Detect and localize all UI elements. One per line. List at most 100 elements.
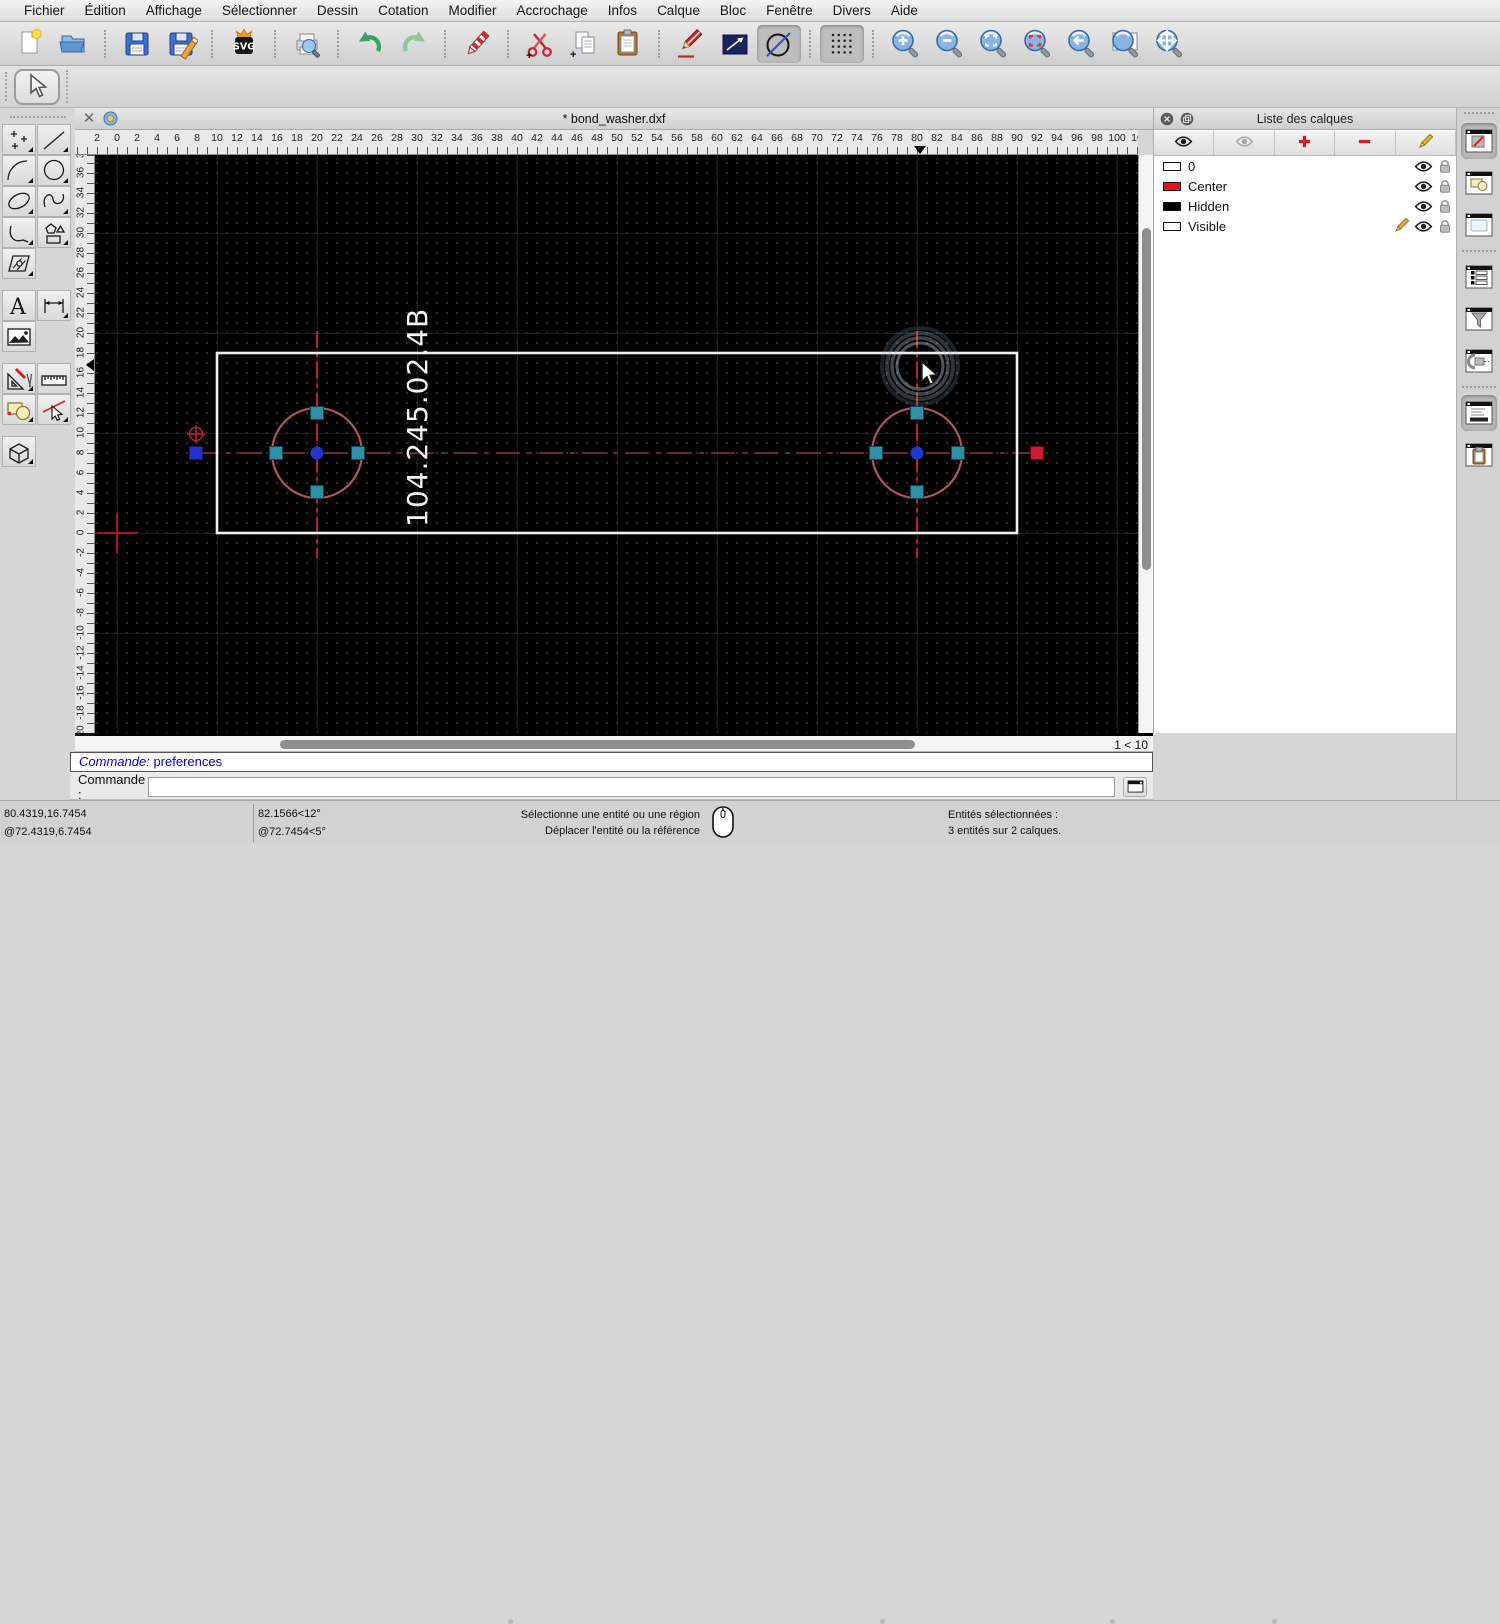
part-number-label[interactable]: 104.245.02.4B bbox=[401, 308, 434, 527]
command-input[interactable] bbox=[148, 776, 1115, 797]
zoom-auto-button[interactable] bbox=[971, 25, 1015, 63]
layer-visibility-eye-icon[interactable] bbox=[1412, 160, 1434, 173]
filter-widget-toggle-button[interactable] bbox=[1461, 301, 1497, 337]
circle-line-button[interactable] bbox=[757, 24, 801, 63]
menu-affichage[interactable]: Affichage bbox=[136, 3, 212, 18]
layer-list-widget-toggle-button[interactable] bbox=[1460, 123, 1497, 159]
panel-float-icon[interactable] bbox=[1180, 112, 1194, 126]
library-widget-toggle-button[interactable] bbox=[1461, 207, 1497, 243]
clipboard-widget-toggle-button[interactable] bbox=[1461, 437, 1497, 473]
layer-row-0[interactable]: 0 bbox=[1154, 156, 1456, 176]
command-widget-toggle-button[interactable] bbox=[1460, 395, 1497, 431]
endpoint-handle-red[interactable] bbox=[1030, 446, 1044, 460]
block-list-widget-toggle-button[interactable] bbox=[1461, 165, 1497, 201]
layer-lock-icon[interactable] bbox=[1434, 199, 1456, 213]
print-preview-button[interactable] bbox=[285, 25, 329, 63]
panel-close-icon[interactable] bbox=[1160, 112, 1174, 126]
open-folder-button[interactable] bbox=[52, 25, 96, 63]
menu-dition[interactable]: Édition bbox=[75, 3, 136, 18]
menu-modifier[interactable]: Modifier bbox=[438, 3, 506, 18]
tool-points-button[interactable] bbox=[2, 124, 36, 155]
layer-row-center[interactable]: Center bbox=[1154, 176, 1456, 196]
zoom-window-button[interactable] bbox=[1103, 25, 1147, 63]
cut-button[interactable]: + bbox=[518, 25, 562, 63]
svg-export-button[interactable]: SVG bbox=[222, 25, 266, 63]
toolbar-grip-2[interactable] bbox=[66, 70, 69, 103]
menu-dessin[interactable]: Dessin bbox=[307, 3, 368, 18]
layer-color-swatch[interactable] bbox=[1163, 201, 1181, 211]
new-document-button[interactable] bbox=[8, 25, 52, 63]
tool-polyline-button[interactable] bbox=[2, 217, 36, 248]
endpoint-handle-blue[interactable] bbox=[189, 446, 203, 460]
tool-ellipse-button[interactable] bbox=[2, 186, 36, 217]
clamp-widget-toggle-button[interactable] bbox=[1461, 343, 1497, 379]
undo-button[interactable] bbox=[348, 25, 392, 63]
layer-color-swatch[interactable] bbox=[1163, 161, 1181, 171]
tool-dimension-button[interactable] bbox=[37, 290, 71, 321]
drawing-canvas[interactable]: 104.245.02.4B bbox=[95, 155, 1138, 733]
save-button[interactable] bbox=[115, 25, 159, 63]
tool-modify-button[interactable] bbox=[2, 363, 36, 394]
menu-slectionner[interactable]: Sélectionner bbox=[212, 3, 307, 18]
hide-all-layers-eye-button[interactable] bbox=[1214, 130, 1275, 155]
menu-aide[interactable]: Aide bbox=[881, 3, 928, 18]
copy-button[interactable]: + bbox=[562, 25, 606, 63]
horizontal-scroll-thumb[interactable] bbox=[280, 740, 915, 749]
menu-infos[interactable]: Infos bbox=[598, 3, 647, 18]
grid-toggle-button[interactable] bbox=[820, 24, 864, 63]
tool-arc-button[interactable] bbox=[2, 155, 36, 186]
command-window-toggle-button[interactable] bbox=[1123, 776, 1147, 797]
show-all-layers-eye-button[interactable] bbox=[1154, 130, 1215, 155]
vertical-scrollbar[interactable] bbox=[1138, 155, 1153, 733]
remove-layer-button[interactable] bbox=[1335, 130, 1396, 155]
layer-lock-icon[interactable] bbox=[1434, 159, 1456, 173]
tool-image-button[interactable] bbox=[2, 321, 36, 352]
palette-grip[interactable] bbox=[9, 116, 66, 119]
layer-row-hidden[interactable]: Hidden bbox=[1154, 196, 1456, 216]
save-as-button[interactable] bbox=[159, 25, 203, 63]
add-layer-button[interactable] bbox=[1274, 130, 1336, 155]
tool-select-entity-button[interactable] bbox=[37, 394, 71, 425]
delete-eraser-button[interactable] bbox=[455, 25, 499, 63]
tool-spline-button[interactable] bbox=[37, 186, 71, 217]
layer-visibility-eye-icon[interactable] bbox=[1412, 180, 1434, 193]
zoom-out-button[interactable] bbox=[927, 25, 971, 63]
toolbar-grip[interactable] bbox=[5, 72, 8, 101]
zoom-previous-button[interactable] bbox=[1059, 25, 1103, 63]
layer-visibility-eye-icon[interactable] bbox=[1412, 220, 1434, 233]
entity-list-widget-toggle-button[interactable] bbox=[1461, 259, 1497, 295]
layer-color-swatch[interactable] bbox=[1163, 181, 1181, 191]
layer-lock-icon[interactable] bbox=[1434, 179, 1456, 193]
layer-color-swatch[interactable] bbox=[1163, 221, 1181, 231]
zoom-selection-button[interactable] bbox=[1015, 25, 1059, 63]
tool-shapes-button[interactable] bbox=[37, 217, 71, 248]
redo-button[interactable] bbox=[392, 25, 436, 63]
zoom-pan-button[interactable] bbox=[1147, 25, 1191, 63]
menu-fentre[interactable]: Fenêtre bbox=[756, 3, 823, 18]
dock-grip[interactable] bbox=[1463, 112, 1494, 115]
vertical-scroll-thumb[interactable] bbox=[1142, 228, 1151, 570]
edit-layer-button[interactable] bbox=[1395, 130, 1457, 155]
layer-lock-icon[interactable] bbox=[1434, 219, 1456, 233]
tool-measure-button[interactable] bbox=[37, 363, 71, 394]
tool-circle-button[interactable] bbox=[37, 155, 71, 186]
layer-row-visible[interactable]: Visible bbox=[1154, 216, 1456, 236]
tool-blocks-button[interactable] bbox=[2, 394, 36, 425]
tool-line-button[interactable] bbox=[37, 124, 71, 155]
menu-accrochage[interactable]: Accrochage bbox=[506, 3, 597, 18]
menu-cotation[interactable]: Cotation bbox=[368, 3, 438, 18]
zoom-in-button[interactable] bbox=[883, 25, 927, 63]
select-tool-button[interactable] bbox=[14, 69, 60, 105]
layer-visibility-eye-icon[interactable] bbox=[1412, 200, 1434, 213]
tool-cube3d-button[interactable] bbox=[2, 436, 36, 467]
line-properties-button[interactable] bbox=[713, 25, 757, 63]
menu-divers[interactable]: Divers bbox=[823, 3, 881, 18]
pen-edit-button[interactable] bbox=[669, 25, 713, 63]
paste-button[interactable] bbox=[606, 25, 650, 63]
menu-calque[interactable]: Calque bbox=[647, 3, 710, 18]
tool-hatch-button[interactable] bbox=[2, 248, 36, 279]
menu-fichier[interactable]: Fichier bbox=[14, 3, 75, 18]
menu-bloc[interactable]: Bloc bbox=[710, 3, 756, 18]
tool-text-button[interactable]: A bbox=[2, 290, 36, 321]
horizontal-scrollbar[interactable]: 1 < 10 bbox=[75, 733, 1153, 752]
